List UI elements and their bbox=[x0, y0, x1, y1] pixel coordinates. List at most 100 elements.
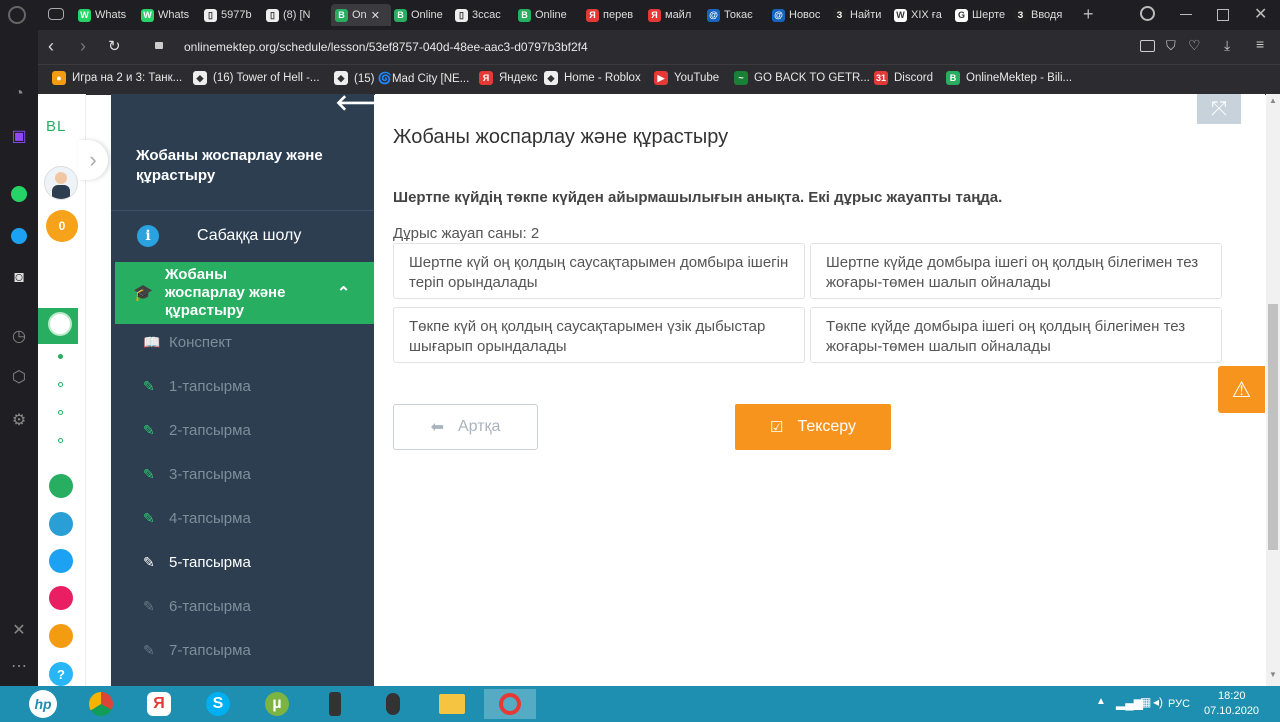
browser-tab[interactable]: W Whats bbox=[141, 4, 197, 26]
search-tabs-icon[interactable] bbox=[1140, 6, 1155, 21]
answer-option[interactable]: Төкпе күйде домбыра ішегі оң қолдың біле… bbox=[810, 307, 1222, 363]
nav-task-item[interactable]: ✎ 4-тапсырма bbox=[143, 510, 251, 527]
collapse-arrow-icon[interactable]: › bbox=[78, 140, 108, 180]
bookmark-item[interactable]: ▶ YouTube bbox=[654, 71, 719, 85]
browser-tab[interactable]: ▯ (8) [N bbox=[266, 4, 322, 26]
browser-tab[interactable]: W XIX ға bbox=[894, 4, 950, 26]
new-tab-button[interactable]: + bbox=[1083, 4, 1094, 25]
app-onlinemektep-icon[interactable] bbox=[48, 312, 72, 336]
app-checklist-icon[interactable] bbox=[49, 549, 73, 573]
download-icon[interactable]: ⤓ bbox=[1224, 37, 1230, 54]
browser-tab[interactable]: B Online bbox=[518, 4, 574, 26]
site-logo[interactable]: BL bbox=[46, 118, 66, 135]
app-mektep-icon[interactable] bbox=[49, 624, 73, 648]
nav-task-item[interactable]: ✎ 1-тапсырма bbox=[143, 378, 251, 395]
browser-tab[interactable]: B Online bbox=[394, 4, 450, 26]
check-button[interactable]: ☑ Тексеру bbox=[735, 404, 891, 450]
maximize-button[interactable] bbox=[1217, 9, 1229, 21]
crossed-tools-icon[interactable]: ✕ bbox=[9, 620, 29, 640]
bookmark-item[interactable]: 31 Discord bbox=[874, 71, 933, 85]
clock-time[interactable]: 18:20 bbox=[1218, 690, 1246, 702]
browser-tab[interactable]: Яперев bbox=[586, 4, 642, 26]
bookmark-item[interactable]: Я Яндекс bbox=[479, 71, 538, 85]
network-icon[interactable]: ▦ bbox=[1140, 695, 1151, 709]
yandex-browser-icon[interactable]: Я bbox=[144, 689, 174, 719]
fullscreen-button[interactable]: ⤧ bbox=[1197, 94, 1241, 124]
bookmark-item[interactable]: B OnlineMektep - Bili... bbox=[946, 71, 1072, 85]
scrollbar-thumb[interactable] bbox=[1268, 304, 1278, 550]
history-icon[interactable]: ◷ bbox=[9, 326, 29, 346]
close-window-button[interactable]: ✕ bbox=[1254, 4, 1267, 24]
help-button[interactable]: ? bbox=[49, 662, 73, 686]
utorrent-icon[interactable]: µ bbox=[262, 689, 292, 719]
url-field[interactable]: onlinemektep.org/schedule/lesson/53ef875… bbox=[184, 40, 588, 54]
nav-task-item[interactable]: ✎ 6-тапсырма bbox=[143, 598, 251, 615]
bookmark-item[interactable]: ◆ (16) Tower of Hell -... bbox=[193, 71, 320, 85]
browser-tab[interactable]: З Найти bbox=[833, 4, 889, 26]
file-explorer-icon[interactable] bbox=[437, 689, 467, 719]
opera-taskbar-icon[interactable] bbox=[484, 689, 536, 719]
nav-section-active[interactable]: 🎓 Жобаны жоспарлау және құрастыру ⌃ bbox=[115, 262, 374, 324]
browser-tab[interactable]: @ Токає bbox=[707, 4, 763, 26]
bookmark-favicon-icon: ◆ bbox=[193, 71, 207, 85]
nav-task-item[interactable]: ✎ 2-тапсырма bbox=[143, 422, 251, 439]
back-nav-icon[interactable]: ‹ bbox=[48, 36, 54, 57]
chevron-up-icon[interactable]: ⌃ bbox=[337, 283, 350, 303]
speed-dial-icon[interactable]: ◔ bbox=[9, 84, 29, 104]
back-button[interactable]: ⬅ Артқа bbox=[393, 404, 538, 450]
settings-gear-icon[interactable]: ⚙ bbox=[9, 410, 29, 430]
twitch-icon[interactable]: ▣ bbox=[9, 126, 29, 146]
twitter-icon[interactable] bbox=[9, 226, 29, 246]
hp-start-icon[interactable]: hp bbox=[28, 689, 58, 719]
camera-icon[interactable] bbox=[1140, 40, 1155, 52]
browser-tab[interactable]: ▯ 5977b bbox=[204, 4, 260, 26]
nav-overview-item[interactable]: i Сабаққа шолу bbox=[111, 212, 374, 260]
browser-tab[interactable]: W Whats bbox=[78, 4, 134, 26]
whatsapp-icon[interactable] bbox=[9, 184, 29, 204]
opera-logo-icon[interactable] bbox=[8, 6, 26, 24]
nav-task-item[interactable]: 📖 Конспект bbox=[143, 334, 232, 351]
more-dots-icon[interactable]: ⋯ bbox=[9, 656, 29, 676]
tray-arrow-icon[interactable]: ▲ bbox=[1096, 696, 1106, 707]
traffic-light-icon[interactable] bbox=[320, 689, 350, 719]
browser-tab[interactable]: G Шерте bbox=[955, 4, 1011, 26]
skype-icon[interactable]: S bbox=[203, 689, 233, 719]
nav-task-item[interactable]: ✎ 7-тапсырма bbox=[143, 642, 251, 659]
nav-task-item[interactable]: ✎ 5-тапсырма bbox=[143, 554, 251, 571]
avatar[interactable] bbox=[44, 166, 78, 200]
reload-icon[interactable]: ↻ bbox=[108, 37, 121, 55]
chrome-icon[interactable] bbox=[86, 689, 116, 719]
minimize-button[interactable] bbox=[1180, 14, 1192, 15]
page-scrollbar[interactable]: ▲ ▼ bbox=[1266, 94, 1280, 686]
app-bilimbook-icon[interactable] bbox=[49, 512, 73, 536]
browser-tab[interactable]: @ Новос bbox=[772, 4, 828, 26]
app-bilimland-icon[interactable] bbox=[49, 474, 73, 498]
bookmark-item[interactable]: ◆ (15) 🌀Mad City [NE... bbox=[334, 71, 469, 85]
browser-tab[interactable]: B On ✕ bbox=[331, 4, 391, 26]
report-warning-button[interactable]: ⚠ bbox=[1218, 366, 1265, 413]
answer-option[interactable]: Шертпе күйде домбыра ішегі оң қолдың біл… bbox=[810, 243, 1222, 299]
nav-task-item[interactable]: ✎ 3-тапсырма bbox=[143, 466, 251, 483]
browser-tab[interactable]: З Вводя bbox=[1014, 4, 1070, 26]
mouse-icon[interactable] bbox=[378, 689, 408, 719]
bookmark-item[interactable]: ◆ Home - Roblox bbox=[544, 71, 641, 85]
tab-label: Токає bbox=[724, 9, 753, 21]
tab-close-icon[interactable]: ✕ bbox=[371, 9, 380, 22]
browser-tab[interactable]: ▯ 3ссас bbox=[455, 4, 511, 26]
forward-nav-icon[interactable]: › bbox=[80, 36, 86, 57]
app-twig-icon[interactable] bbox=[49, 586, 73, 610]
discord-icon[interactable]: ◙ bbox=[9, 268, 29, 288]
tab-switcher-icon[interactable] bbox=[48, 8, 64, 20]
menu-icon[interactable]: ≡ bbox=[1256, 36, 1264, 52]
extensions-cube-icon[interactable]: ⬡ bbox=[9, 367, 29, 387]
browser-tab[interactable]: Ямайл bbox=[648, 4, 704, 26]
bookmark-item[interactable]: ● Игра на 2 и 3: Танк... bbox=[52, 71, 182, 85]
bookmark-item[interactable]: ~ GO BACK TO GETR... bbox=[734, 71, 870, 85]
answer-option[interactable]: Төкпе күй оң қолдың саусақтарымен үзік д… bbox=[393, 307, 805, 363]
volume-icon[interactable]: ◂) bbox=[1153, 695, 1163, 709]
clock-date[interactable]: 07.10.2020 bbox=[1204, 705, 1259, 717]
heart-icon[interactable]: ♡ bbox=[1188, 37, 1201, 54]
answer-option[interactable]: Шертпе күй оң қолдың саусақтарымен домбы… bbox=[393, 243, 805, 299]
language-indicator[interactable]: РУС bbox=[1168, 698, 1190, 710]
adblock-shield-icon[interactable]: ⛉ bbox=[1166, 38, 1176, 54]
